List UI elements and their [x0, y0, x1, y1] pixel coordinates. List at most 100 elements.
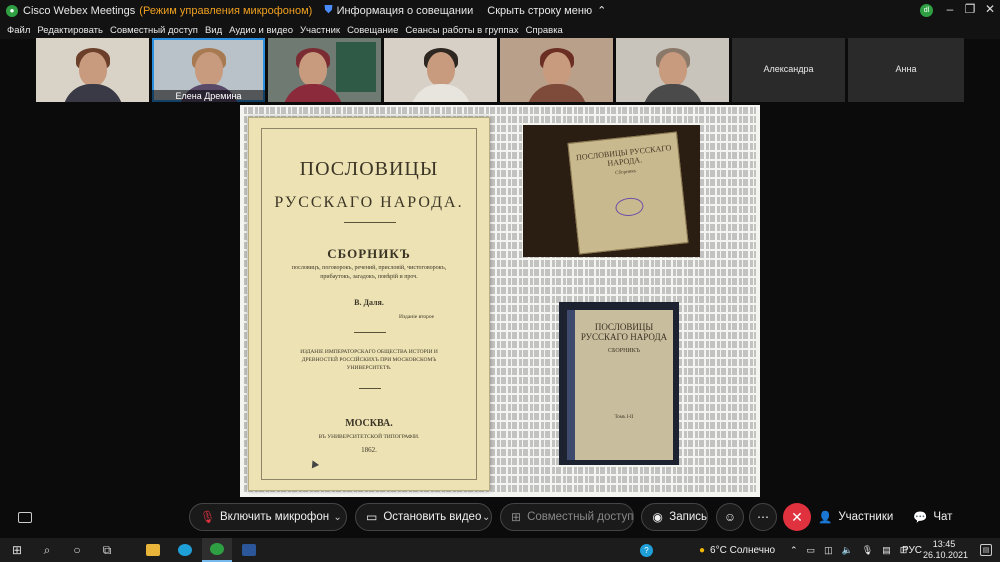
open-book: ПОСЛОВИЦЫ РУССКАГО НАРОДА. Сборникъ — [567, 131, 689, 255]
webex-taskbar-icon[interactable] — [202, 538, 232, 562]
chevron-down-icon[interactable]: ⌄ — [481, 512, 491, 523]
video-face — [426, 52, 455, 86]
participant-video[interactable] — [36, 38, 149, 102]
book-photo-title: ПОСЛОВИЦЫ РУССКАГО НАРОДА — [580, 322, 668, 342]
shared-content: ПОСЛОВИЦЫ РУССКАГО НАРОДА. СБОРНИКЪ посл… — [240, 105, 760, 497]
video-face — [542, 52, 571, 86]
restore-icon[interactable]: ❐ — [963, 2, 977, 16]
video-face — [194, 52, 223, 86]
mic-label: Включить микрофон — [220, 511, 330, 523]
video-face — [658, 52, 687, 86]
network-icon[interactable]: ◫ — [824, 545, 833, 556]
menu-meeting[interactable]: Совещание — [347, 25, 398, 36]
help-shape: ? — [640, 543, 653, 557]
record-button[interactable]: ◉ Запись — [641, 503, 708, 531]
chevron-down-icon[interactable]: ⌄ — [329, 512, 346, 523]
menu-edit[interactable]: Редактировать — [37, 25, 103, 36]
book-cover: ПОСЛОВИЦЫ РУССКАГО НАРОДА СБОРНИКЪ Томъ … — [567, 310, 673, 460]
notes-icon[interactable]: ▤ — [882, 545, 891, 556]
menu-participant[interactable]: Участник — [300, 25, 340, 36]
meeting-info-button[interactable]: ⛊ Информация о совещании — [324, 4, 473, 17]
close-icon[interactable]: ✕ — [983, 2, 997, 16]
user-avatar[interactable]: dl — [920, 4, 933, 17]
video-button[interactable]: ▭ Остановить видео ⌄ — [355, 503, 492, 531]
page-edition: Изданіе второе — [399, 314, 435, 320]
notification-icon[interactable]: ▤ — [980, 544, 992, 556]
participant-strip: Елена Дремина Александра Анна — [0, 38, 1000, 102]
video-body — [62, 84, 123, 102]
book-photo: ПОСЛОВИЦЫ РУССКАГО НАРОДА СБОРНИКЪ Томъ … — [559, 302, 679, 465]
hide-menu-button[interactable]: Скрыть строку меню ⌃ — [487, 4, 607, 18]
chevron-up-icon[interactable]: ⌃ — [790, 545, 798, 556]
participant-tile[interactable]: Анна — [848, 38, 964, 102]
chat-icon: 💬 — [913, 512, 928, 524]
stamp-icon — [614, 196, 645, 218]
menu-help[interactable]: Справка — [526, 25, 563, 36]
minimize-icon[interactable]: – — [943, 2, 957, 16]
menu-view[interactable]: Вид — [205, 25, 222, 36]
more-options-icon[interactable]: ⋯ — [749, 503, 777, 531]
share-button[interactable]: ⊞ Совместный доступ — [500, 503, 634, 531]
menu-breakout[interactable]: Сеансы работы в группах — [405, 25, 518, 36]
webex-shape — [210, 543, 224, 555]
edge-icon[interactable] — [170, 538, 200, 562]
page-publisher: ИЗДАНІЕ ИМПЕРАТОРСКАГО ОБЩЕСТВА ИСТОРІИ … — [300, 349, 438, 371]
menu-bar: Файл Редактировать Совместный доступ Вид… — [0, 21, 1000, 39]
chat-button[interactable]: 💬 Чат — [913, 503, 952, 531]
divider — [359, 388, 381, 389]
share-icon: ⊞ — [511, 510, 522, 524]
task-view-icon[interactable]: ⧉ — [92, 538, 122, 562]
board-shape — [336, 42, 376, 92]
file-explorer-icon[interactable] — [138, 538, 168, 562]
webex-logo-icon: ● — [6, 4, 18, 17]
book-photo-subtitle: СБОРНИКЪ — [608, 348, 640, 354]
participant-name: Елена Дремина — [152, 90, 265, 102]
close-icon: ✕ — [791, 508, 803, 525]
participant-video[interactable]: Елена Дремина — [152, 38, 265, 102]
mic-tray-icon[interactable]: 🎙 — [862, 545, 873, 556]
menu-file[interactable]: Файл — [7, 25, 30, 36]
participant-video[interactable] — [500, 38, 613, 102]
book-photo: ПОСЛОВИЦЫ РУССКАГО НАРОДА. Сборникъ — [523, 125, 700, 257]
participant-video[interactable] — [384, 38, 497, 102]
record-label: Запись — [669, 511, 707, 523]
folder-shape — [146, 544, 160, 556]
app-title: Cisco Webex Meetings — [23, 4, 136, 17]
leave-meeting-button[interactable]: ✕ — [783, 503, 811, 531]
search-icon[interactable]: ⌕ — [32, 538, 62, 562]
cortana-icon[interactable]: ○ — [62, 538, 92, 562]
page-year: 1862. — [361, 446, 377, 454]
menu-share[interactable]: Совместный доступ — [110, 25, 198, 36]
book-photo-footer: Томъ I-II — [614, 415, 634, 420]
participant-video[interactable] — [268, 38, 381, 102]
word-icon[interactable] — [234, 538, 264, 562]
meeting-info-label: Информация о совещании — [336, 4, 474, 17]
participants-label: Участники — [838, 511, 894, 523]
participant-video[interactable] — [616, 38, 729, 102]
participants-button[interactable]: 👤 Участники — [818, 503, 893, 531]
video-body — [642, 84, 703, 102]
chevron-up-icon: ⌃ — [597, 5, 607, 17]
participant-tile[interactable]: Александра — [732, 38, 845, 102]
captions-icon[interactable] — [18, 512, 32, 523]
reactions-icon[interactable]: ☺ — [716, 503, 744, 531]
video-camera-icon: ▭ — [366, 510, 378, 524]
battery-icon[interactable]: ▭ — [807, 545, 816, 556]
shield-icon: ⛊ — [324, 4, 333, 16]
clock[interactable]: 13:45 26.10.2021 — [923, 539, 969, 561]
page-description: пословицъ, поговорокъ, речений, прислові… — [291, 265, 447, 280]
language-indicator[interactable]: РУС — [902, 538, 922, 562]
person-icon: 👤 — [818, 512, 833, 524]
page-city: МОСКВА. — [345, 418, 393, 429]
menu-audio-video[interactable]: Аудио и видео — [229, 25, 293, 36]
page-author: В. Даля. — [354, 298, 384, 307]
help-icon[interactable]: ? — [640, 538, 653, 562]
participant-name: Александра — [763, 64, 814, 74]
clock-date: 26.10.2021 — [923, 550, 969, 560]
windows-start-icon[interactable]: ⊞ — [2, 538, 32, 562]
volume-icon[interactable]: 🔈 — [842, 545, 853, 556]
video-body — [526, 84, 587, 102]
participant-name: Анна — [895, 64, 917, 74]
weather-widget[interactable]: ● 6°C Солнечно — [699, 538, 775, 562]
mic-button[interactable]: 🎙 Включить микрофон ⌄ — [189, 503, 347, 531]
